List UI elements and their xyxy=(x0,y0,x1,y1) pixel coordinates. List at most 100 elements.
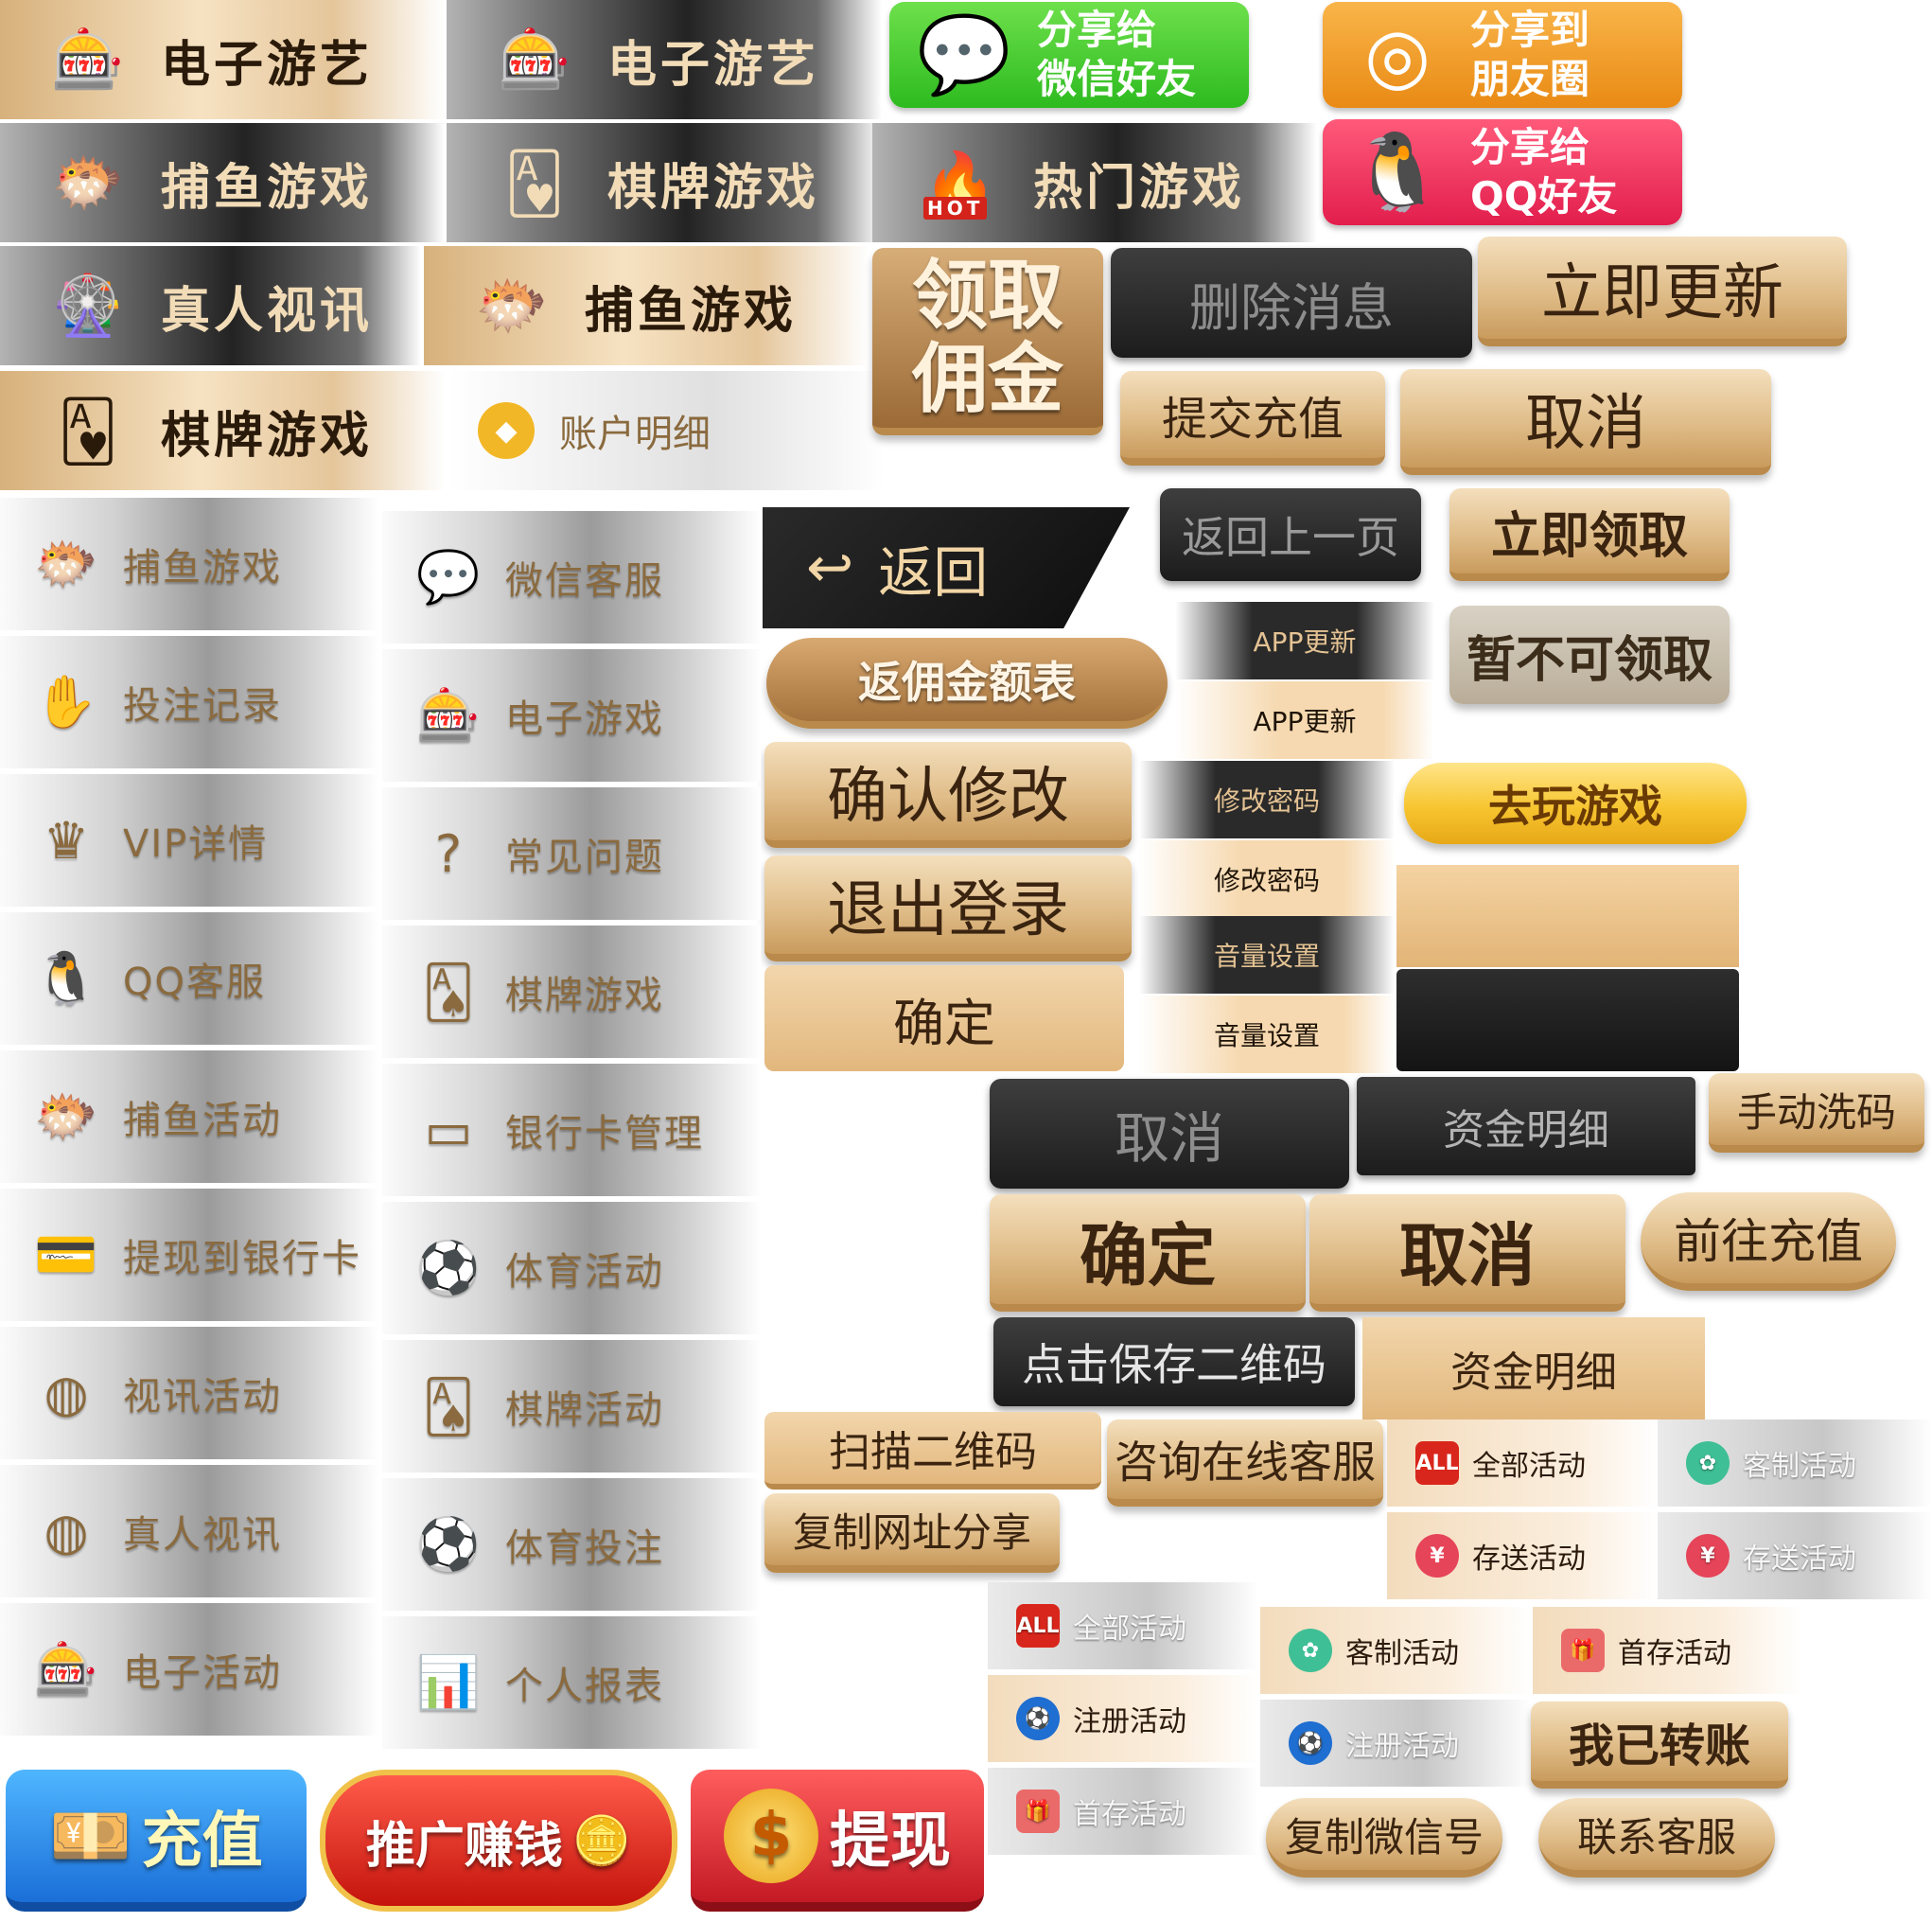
activity-custom-tab[interactable]: ✿ 客制活动 xyxy=(1658,1419,1932,1507)
volume-settings-tab[interactable]: 音量设置 xyxy=(1139,916,1395,994)
tab-electronic-games-active[interactable]: 🎰 电子游艺 xyxy=(0,0,445,119)
menu-item[interactable]: 🐡 捕鱼活动 xyxy=(0,1050,378,1183)
activity-deposit-gift-tab[interactable]: ¥ 存送活动 xyxy=(1658,1512,1932,1599)
tab-label: 棋牌游戏 xyxy=(607,159,820,217)
claim-commission-button[interactable]: 领取 佣金 xyxy=(872,248,1103,435)
fund-detail-dark-button[interactable]: 资金明细 xyxy=(1357,1077,1695,1175)
activity-register-tab[interactable]: ⚽ 注册活动 xyxy=(1260,1700,1531,1787)
activity-first-deposit-tab[interactable]: 🎁 首存活动 xyxy=(988,1768,1258,1855)
tab-fishing-games[interactable]: 🐡 捕鱼游戏 xyxy=(0,123,445,242)
withdraw-button[interactable]: $ 提现 xyxy=(691,1770,984,1912)
activity-custom-tab-active[interactable]: ✿ 客制活动 xyxy=(1260,1607,1531,1694)
tab-hot-games[interactable]: 🔥 HOT 热门游戏 xyxy=(872,123,1317,242)
cancel-button[interactable]: 取消 xyxy=(1400,369,1771,475)
button-label: 取消 xyxy=(1525,389,1646,459)
cards-icon: 🂱 xyxy=(58,396,122,466)
menu-item[interactable]: ♛ VIP详情 xyxy=(0,774,378,907)
menu-item-label: 微信客服 xyxy=(505,559,664,603)
gift-envelope-icon: ¥ xyxy=(1686,1534,1730,1578)
confirm-modify-button[interactable]: 确认修改 xyxy=(764,742,1132,848)
scan-qr-button[interactable]: 扫描二维码 xyxy=(764,1412,1101,1490)
fund-detail-gold-button[interactable]: 资金明细 xyxy=(1362,1317,1705,1419)
volume-settings-tab-active[interactable]: 音量设置 xyxy=(1139,996,1395,1073)
save-qr-button[interactable]: 点击保存二维码 xyxy=(993,1317,1355,1406)
gift-box-icon: 🎁 xyxy=(1561,1629,1605,1672)
tab-account-detail[interactable]: ◆ 账户明细 xyxy=(449,371,885,490)
go-recharge-button[interactable]: 前往充值 xyxy=(1641,1192,1896,1291)
commission-table-button[interactable]: 返佣金额表 xyxy=(766,638,1168,729)
menu-item[interactable]: 💳 提现到银行卡 xyxy=(0,1189,378,1321)
ok-large-button[interactable]: 确定 xyxy=(990,1194,1306,1312)
menu-item-label: VIP详情 xyxy=(123,822,269,866)
tab-label: 全部活动 xyxy=(1472,1450,1586,1483)
menu-item[interactable]: 🎰 电子活动 xyxy=(0,1603,378,1736)
app-update-tab[interactable]: APP更新 xyxy=(1175,602,1434,679)
menu-item[interactable]: 🂡 棋牌游戏 xyxy=(382,926,761,1058)
activity-all-tab-active[interactable]: ALL 全部活动 xyxy=(1387,1419,1658,1507)
button-label: 音量设置 xyxy=(1213,941,1320,972)
button-label: 确定 xyxy=(893,993,995,1053)
button-label: 复制网址分享 xyxy=(792,1508,1031,1556)
menu-item[interactable]: ⚽ 体育投注 xyxy=(382,1478,761,1611)
transferred-button[interactable]: 我已转账 xyxy=(1531,1702,1788,1789)
tab-fishing-games-active[interactable]: 🐡 捕鱼游戏 xyxy=(424,246,869,365)
submit-recharge-button[interactable]: 提交充值 xyxy=(1120,371,1385,466)
share-wechat-friends-button[interactable]: 💬 分享给 微信好友 xyxy=(889,2,1249,108)
promote-earn-button[interactable]: 推广赚钱 🪙 xyxy=(320,1770,677,1912)
hot-badge: HOT xyxy=(923,197,988,220)
tab-chess-games-active[interactable]: 🂱 棋牌游戏 xyxy=(0,371,445,490)
activity-first-deposit-tab-active[interactable]: 🎁 首存活动 xyxy=(1533,1607,1803,1694)
cancel-large-button[interactable]: 取消 xyxy=(1309,1194,1625,1312)
change-password-tab[interactable]: 修改密码 xyxy=(1139,761,1395,838)
copy-url-button[interactable]: 复制网址分享 xyxy=(764,1493,1060,1573)
activity-register-tab-active[interactable]: ⚽ 注册活动 xyxy=(988,1675,1258,1762)
share-moments-button[interactable]: ◎ 分享到 朋友圈 xyxy=(1323,2,1682,108)
menu-item[interactable]: ✋ 投注记录 xyxy=(0,636,378,768)
claim-now-button[interactable]: 立即领取 xyxy=(1449,488,1730,581)
back-button[interactable]: ↩ 返回 xyxy=(763,507,1130,628)
copy-wechat-button[interactable]: 复制微信号 xyxy=(1266,1798,1502,1878)
tab-chess-games[interactable]: 🂱 棋牌游戏 xyxy=(447,123,882,242)
menu-item[interactable]: 🂡 棋牌活动 xyxy=(382,1340,761,1472)
cancel-dark-button[interactable]: 取消 xyxy=(990,1079,1349,1189)
menu-item[interactable]: 🐧 QQ客服 xyxy=(0,912,378,1045)
menu-item[interactable]: ▭ 银行卡管理 xyxy=(382,1064,761,1196)
contact-service-button[interactable]: 联系客服 xyxy=(1538,1798,1775,1878)
menu-item[interactable]: 🐡 捕鱼游戏 xyxy=(0,498,378,630)
tab-label: 棋牌游戏 xyxy=(161,407,374,465)
tab-electronic-games[interactable]: 🎰 电子游艺 xyxy=(447,0,882,119)
menu-item[interactable]: ◍ 真人视讯 xyxy=(0,1465,378,1597)
tab-label: 热门游戏 xyxy=(1033,159,1246,217)
share-qq-friends-button[interactable]: 🐧 分享给 QQ好友 xyxy=(1323,119,1682,225)
ok-button[interactable]: 确定 xyxy=(764,965,1124,1071)
menu-item[interactable]: 💬 微信客服 xyxy=(382,511,761,644)
button-label: APP更新 xyxy=(1253,706,1357,737)
go-play-button[interactable]: 去玩游戏 xyxy=(1404,763,1747,844)
update-now-button[interactable]: 立即更新 xyxy=(1478,237,1847,346)
qq-penguin-icon: 🐧 xyxy=(1350,128,1445,216)
wechat-icon: 💬 xyxy=(416,547,481,607)
manual-wash-button[interactable]: 手动洗码 xyxy=(1709,1073,1924,1153)
online-service-button[interactable]: 咨询在线客服 xyxy=(1107,1419,1383,1507)
recharge-button[interactable]: 💴 充值 xyxy=(6,1770,307,1912)
activity-deposit-gift-tab-active[interactable]: ¥ 存送活动 xyxy=(1387,1512,1658,1599)
aperture-icon: ◎ xyxy=(1364,10,1431,99)
menu-item[interactable]: ◍ 视讯活动 xyxy=(0,1327,378,1459)
logout-button[interactable]: 退出登录 xyxy=(764,855,1132,961)
qq-penguin-icon: 🐧 xyxy=(34,948,98,1008)
menu-item[interactable]: 📊 个人报表 xyxy=(382,1616,761,1749)
change-password-tab-active[interactable]: 修改密码 xyxy=(1139,840,1395,918)
soccer-icon: ⚽ xyxy=(1016,1697,1060,1740)
back-prev-page-button[interactable]: 返回上一页 xyxy=(1160,488,1421,581)
soccer-icon: ⚽ xyxy=(416,1514,481,1574)
activity-all-tab[interactable]: ALL 全部活动 xyxy=(988,1582,1258,1669)
app-update-tab-active[interactable]: APP更新 xyxy=(1175,681,1434,759)
gift-box-icon: 🎁 xyxy=(1016,1790,1060,1833)
tab-live-video[interactable]: 🎡 真人视讯 xyxy=(0,246,421,365)
menu-item[interactable]: 🎰 电子游戏 xyxy=(382,649,761,782)
menu-item[interactable]: ? 常见问题 xyxy=(382,787,761,920)
menu-item[interactable]: ⚽ 体育活动 xyxy=(382,1202,761,1334)
delete-message-button[interactable]: 删除消息 xyxy=(1111,248,1472,358)
button-label: 手动洗码 xyxy=(1736,1088,1896,1136)
all-badge-icon: ALL xyxy=(1415,1441,1459,1485)
